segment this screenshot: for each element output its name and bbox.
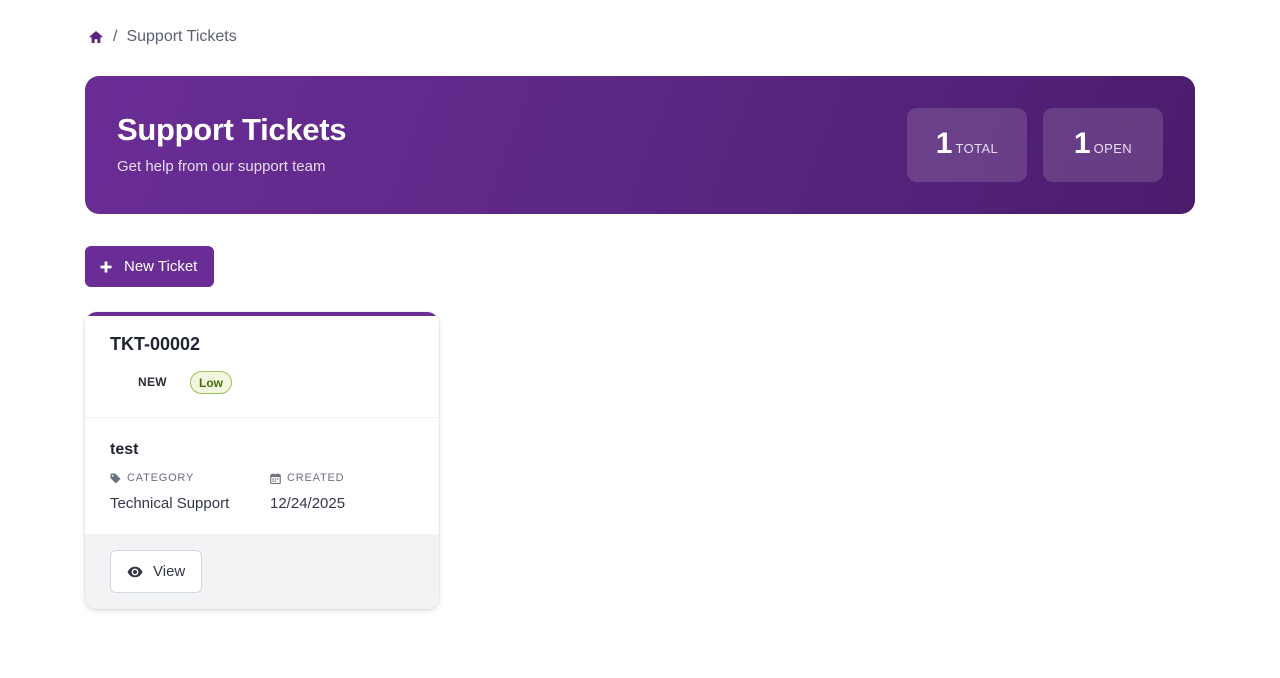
total-label: TOTAL — [955, 141, 999, 156]
ticket-card: TKT-00002 NEW Low test CATEGORY CREATED … — [85, 312, 439, 609]
breadcrumb-current: Support Tickets — [126, 28, 237, 45]
view-ticket-button[interactable]: View — [110, 550, 202, 593]
total-tickets-stat: 1 TOTAL — [907, 108, 1027, 182]
open-tickets-stat: 1 OPEN — [1043, 108, 1163, 182]
calendar-icon — [270, 472, 281, 484]
eye-icon — [127, 566, 143, 577]
home-icon[interactable] — [88, 29, 104, 45]
card-accent-bar — [85, 312, 439, 316]
open-count: 1 — [1073, 127, 1091, 160]
page-subtitle: Get help from our support team — [117, 158, 326, 175]
category-label-text: CATEGORY — [127, 472, 195, 484]
open-label: OPEN — [1093, 141, 1133, 156]
created-label-text: CREATED — [287, 472, 345, 484]
plus-icon — [100, 261, 112, 273]
created-label: CREATED — [270, 472, 344, 484]
created-value: 12/24/2025 — [270, 495, 346, 512]
ticket-subject: test — [110, 441, 139, 458]
new-ticket-label: New Ticket — [124, 258, 198, 275]
page-header-banner: Support Tickets Get help from our suppor… — [85, 76, 1195, 214]
priority-badge: Low — [190, 371, 232, 394]
breadcrumb: / Support Tickets — [88, 27, 237, 47]
category-value: Technical Support — [110, 495, 230, 512]
card-footer: View — [85, 534, 439, 609]
card-divider — [85, 417, 439, 418]
breadcrumb-separator: / — [113, 28, 118, 45]
category-label: CATEGORY — [110, 472, 194, 484]
status-badge: NEW — [138, 375, 167, 389]
tag-icon — [110, 472, 121, 484]
total-count: 1 — [935, 127, 953, 160]
view-label: View — [153, 563, 186, 580]
new-ticket-button[interactable]: New Ticket — [85, 246, 214, 287]
page-title: Support Tickets — [117, 112, 347, 147]
ticket-id: TKT-00002 — [110, 334, 201, 354]
